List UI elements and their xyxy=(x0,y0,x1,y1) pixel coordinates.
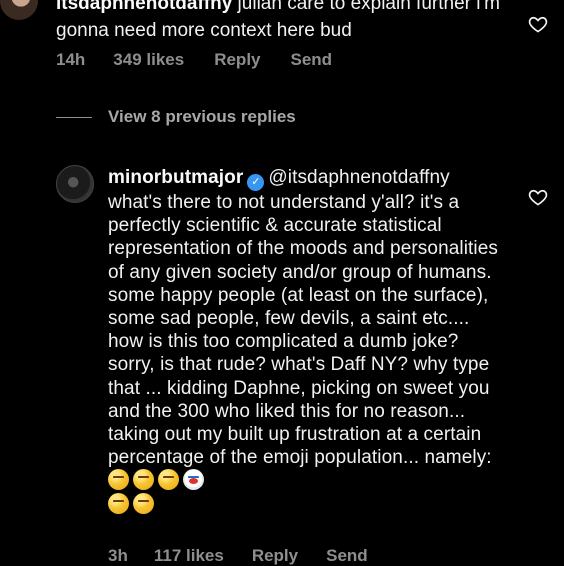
reply-username[interactable]: minorbutmajor xyxy=(108,167,243,188)
heart-icon[interactable] xyxy=(528,14,548,39)
avatar-itsdaphnenotdaffny[interactable] xyxy=(0,0,38,20)
send-button[interactable]: Send xyxy=(291,50,333,70)
dizzy-face-emoji xyxy=(133,469,154,491)
verified-badge-icon: ✓ xyxy=(247,174,265,191)
send-button[interactable]: Send xyxy=(326,546,368,566)
heart-icon[interactable] xyxy=(528,187,548,212)
unamused-emoji xyxy=(108,469,129,491)
reply-body: what's there to not understand y'all? it… xyxy=(108,192,499,469)
view-previous-replies-button[interactable]: View 8 previous replies xyxy=(108,107,296,127)
avatar-minorbutmajor[interactable] xyxy=(56,165,94,203)
zipper-mouth-emoji xyxy=(158,469,179,491)
top-comment-text: itsdaphnenotdaffny julian care to explai… xyxy=(56,0,526,44)
reply-comment-meta: 3h 117 likes Reply Send xyxy=(108,546,368,566)
weary-emoji xyxy=(108,492,129,514)
reply-button[interactable]: Reply xyxy=(214,50,260,70)
reply-time: 3h xyxy=(108,546,128,565)
reply-mention[interactable]: @itsdaphnenotdaffny xyxy=(268,167,449,188)
clown-emoji xyxy=(183,469,204,491)
comment-username[interactable]: itsdaphnenotdaffny xyxy=(56,0,232,14)
comment-likes[interactable]: 349 likes xyxy=(113,50,184,70)
reply-button[interactable]: Reply xyxy=(252,546,298,566)
reply-likes[interactable]: 117 likes xyxy=(154,546,224,566)
reply-comment-text: minorbutmajor ✓ @itsdaphnenotdaffny what's… xyxy=(108,166,503,516)
replies-divider xyxy=(56,117,92,118)
top-comment-meta: 14h 349 likes Reply Send xyxy=(56,50,332,70)
comment-time: 14h xyxy=(56,50,86,69)
smirk-emoji xyxy=(133,492,154,514)
